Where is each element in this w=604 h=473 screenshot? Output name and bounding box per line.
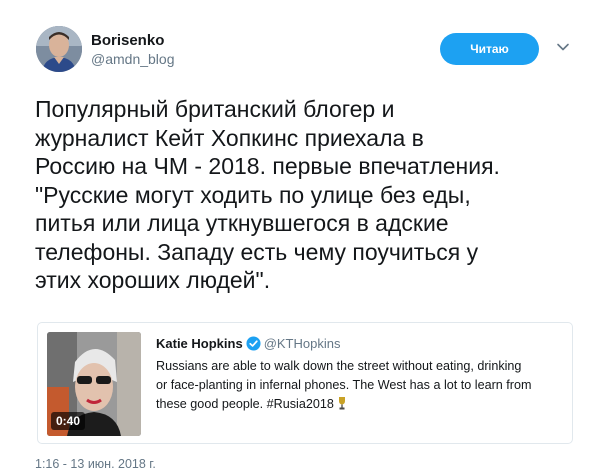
chevron-down-icon[interactable]	[556, 40, 570, 54]
trophy-icon	[338, 397, 345, 410]
tweet-text-line: питья или лица уткнувшегося в адские	[35, 210, 449, 236]
quoted-author-handle[interactable]: @KTHopkins	[264, 336, 341, 351]
quoted-tweet-text: Russians are able to walk down the stree…	[156, 357, 566, 414]
tweet-text-line: журналист Кейт Хопкинс приехала в	[35, 124, 424, 151]
quoted-author-name[interactable]: Katie Hopkins	[156, 336, 243, 351]
tweet-text-line: "Русские могут ходить по улице без еды,	[35, 181, 471, 208]
tweet-timestamp[interactable]: 1:16 - 13 июн. 2018 г.	[35, 457, 156, 471]
quoted-tweet-card[interactable]: 0:40 Katie Hopkins @KTHopkins Russians a…	[37, 322, 573, 444]
tweet-text-line: Россию на ЧМ - 2018. первые впечатления.	[35, 153, 500, 179]
verified-badge-icon	[246, 336, 261, 351]
quoted-text-line: or face-planting in infernal phones. The…	[156, 378, 532, 392]
quoted-tweet-header: Katie Hopkins @KTHopkins	[156, 336, 340, 352]
tweet-text: Популярный британский блогер и журналист…	[35, 95, 580, 295]
author-display-name[interactable]: Borisenko	[91, 32, 175, 50]
tweet-text-line: Популярный британский блогер и	[35, 96, 395, 122]
follow-button[interactable]: Читаю	[440, 33, 539, 65]
tweet-text-line: этих хороших людей".	[35, 267, 271, 293]
author-names: Borisenko @amdn_blog	[91, 32, 175, 69]
author-avatar[interactable]	[36, 26, 82, 72]
video-thumbnail[interactable]: 0:40	[47, 332, 141, 436]
quoted-text-line: Russians are able to walk down the stree…	[156, 359, 522, 373]
tweet-header: Borisenko @amdn_blog Читаю	[36, 24, 584, 76]
quoted-text-line: these good people. #Rusia2018	[156, 395, 566, 414]
video-duration: 0:40	[51, 412, 86, 430]
tweet-text-line: телефоны. Западу есть чему поучиться у	[35, 238, 479, 265]
author-handle[interactable]: @amdn_blog	[91, 50, 175, 69]
quoted-text-line-content: these good people. #Rusia2018	[156, 397, 334, 411]
